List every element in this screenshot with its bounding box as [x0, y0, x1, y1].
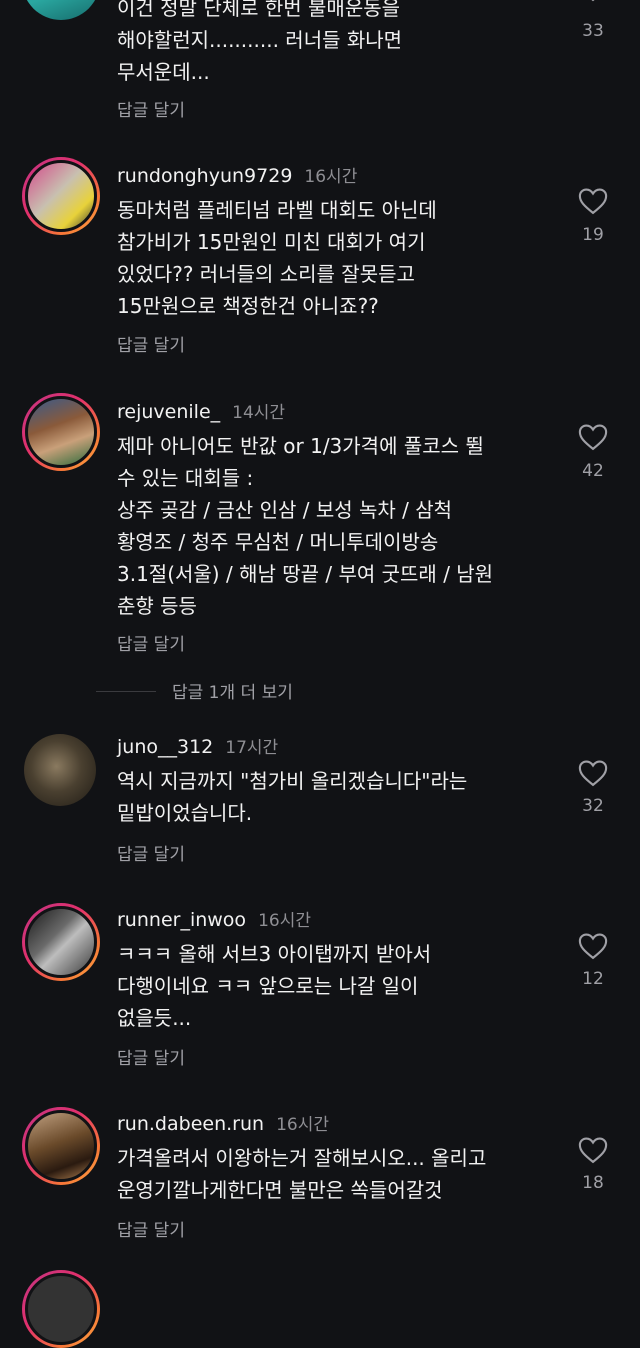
- comment-text: 제마 아니어도 반값 or 1/3가격에 풀코스 뛸 수 있는 대회들 : 상주…: [117, 434, 494, 618]
- like-count: 19: [582, 225, 604, 245]
- reply-button[interactable]: 답글 달기: [117, 331, 185, 356]
- like-count: 33: [582, 21, 604, 41]
- reply-button[interactable]: 답글 달기: [117, 840, 185, 865]
- comment-username[interactable]: runner_inwoo 16시간: [117, 906, 311, 931]
- heart-icon[interactable]: [578, 423, 608, 451]
- reply-button[interactable]: 답글 달기: [117, 630, 185, 655]
- like-count: 12: [582, 969, 604, 989]
- comment-time: 14시간: [232, 403, 286, 423]
- heart-icon[interactable]: [578, 1136, 608, 1164]
- heart-icon[interactable]: [578, 759, 608, 787]
- comment-text: 동마처럼 플레티넘 라벨 대회도 아닌데 참가비가 15만원인 미친 대회가 여…: [117, 198, 437, 318]
- comment-time: 16시간: [258, 911, 311, 931]
- comment-text: 역시 지금까지 "첨가비 올리겠습니다"라는 밑밥이었습니다.: [117, 769, 468, 825]
- view-more-replies-label[interactable]: 답글 1개 더 보기: [172, 678, 293, 703]
- heart-icon[interactable]: [578, 932, 608, 960]
- heart-icon[interactable]: [578, 0, 608, 2]
- comment-text: ㅋㅋㅋ 올해 서브3 아이탭까지 받아서 다행이네요 ㅋㅋ 앞으로는 나갈 일이…: [117, 942, 432, 1030]
- comment-username[interactable]: juno__312 17시간: [117, 733, 278, 758]
- avatar[interactable]: [22, 1270, 100, 1348]
- avatar[interactable]: [24, 734, 96, 806]
- comment-text: 이건 정말 단체로 한번 불매운동을 해야할런지........... 러너들 …: [117, 0, 403, 84]
- like-count: 18: [582, 1173, 604, 1193]
- comment-time: 16시간: [304, 167, 358, 187]
- like-count: 32: [582, 796, 604, 816]
- reply-button[interactable]: 답글 달기: [117, 1044, 185, 1069]
- reply-button[interactable]: 답글 달기: [117, 1216, 185, 1241]
- avatar[interactable]: [22, 393, 100, 471]
- avatar[interactable]: [22, 1107, 100, 1185]
- comment-time: 17시간: [225, 738, 279, 758]
- avatar[interactable]: [22, 903, 100, 981]
- comment-username[interactable]: run.dabeen.run 16시간: [117, 1110, 329, 1135]
- comment-text: 가격올려서 이왕하는거 잘해보시오... 올리고 운영기깔나게한다면 불만은 쏙…: [117, 1146, 487, 1202]
- avatar[interactable]: [22, 0, 100, 20]
- like-count: 42: [582, 461, 604, 481]
- divider: [96, 691, 156, 692]
- reply-button[interactable]: 답글 달기: [117, 96, 185, 121]
- comment-username[interactable]: rejuvenile_ 14시간: [117, 398, 285, 423]
- comment-username[interactable]: rundonghyun9729 16시간: [117, 162, 357, 187]
- avatar[interactable]: [22, 157, 100, 235]
- heart-icon[interactable]: [578, 187, 608, 215]
- comment-time: 16시간: [276, 1115, 329, 1135]
